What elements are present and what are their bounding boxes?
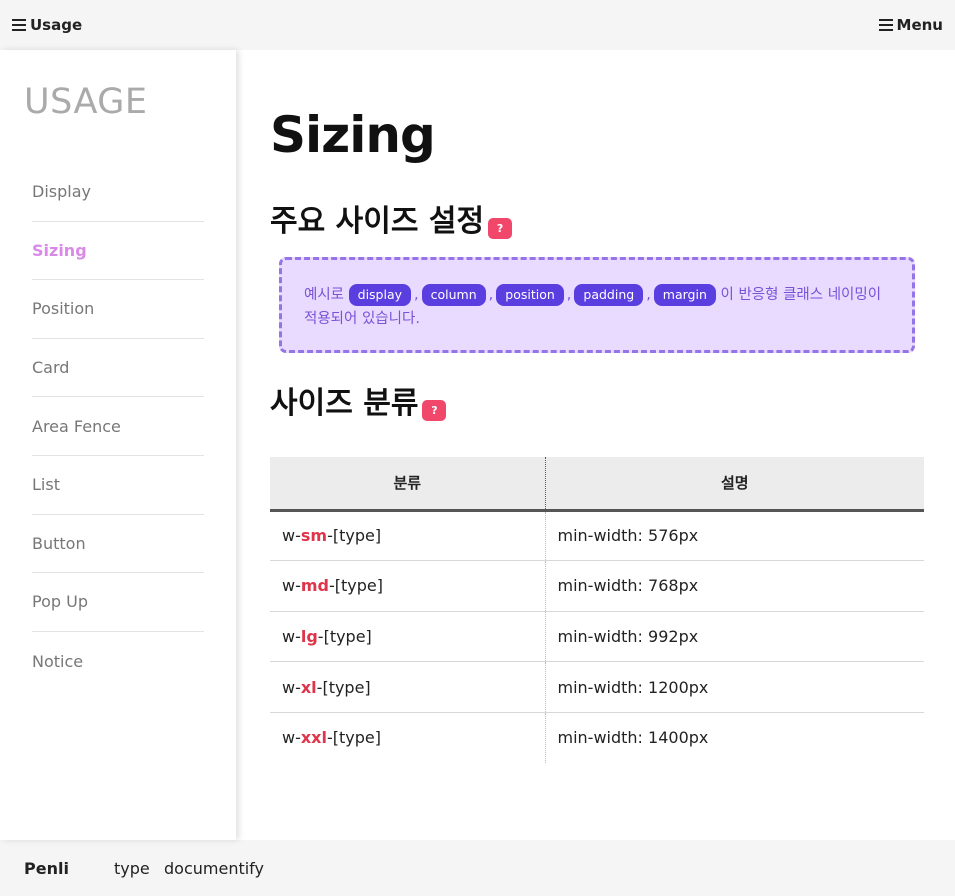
separator: ,: [488, 287, 494, 303]
sidebar-item-button[interactable]: Button: [32, 515, 204, 574]
class-name-cell: w-md-[type]: [270, 560, 546, 612]
sidebar-item-list[interactable]: List: [32, 456, 204, 515]
hamburger-icon: [12, 19, 26, 31]
chip-column: column: [421, 284, 486, 306]
table-row: w-md-[type] min-width: 768px: [270, 560, 924, 612]
chip-position: position: [496, 284, 564, 306]
class-name-cell: w-xl-[type]: [270, 661, 546, 713]
footer-type-value: documentify: [164, 858, 264, 878]
size-table: 분류 설명 w-sm-[type] min-width: 576px w-md-…: [270, 457, 924, 763]
info-note: 예시로 display, column, position, padding, marg…: [279, 257, 915, 353]
separator: ,: [566, 287, 572, 303]
separator: ,: [646, 287, 651, 303]
chip-display: display: [348, 284, 412, 306]
footer-brand: Penli: [24, 858, 69, 878]
section-heading-size-classes: 사이즈 분류 ?: [270, 378, 447, 422]
sidebar-item-area-fence[interactable]: Area Fence: [32, 397, 204, 456]
note-prefix: 예시로: [304, 287, 345, 303]
description-cell: min-width: 992px: [545, 611, 924, 663]
sidebar-title: USAGE: [24, 82, 148, 122]
table-row: w-xl-[type] min-width: 1200px: [270, 661, 924, 713]
table-row: w-lg-[type] min-width: 992px: [270, 611, 924, 663]
description-cell: min-width: 768px: [545, 560, 924, 612]
main-menu-label: Menu: [896, 16, 943, 34]
class-name-cell: w-sm-[type]: [270, 510, 546, 562]
column-header-description: 설명: [545, 457, 924, 512]
chip-margin: margin: [653, 284, 716, 306]
class-name-cell: w-lg-[type]: [270, 611, 546, 663]
chip-padding: padding: [574, 284, 644, 306]
sidebar: USAGE Display Sizing Position Card Area …: [0, 50, 236, 840]
page-title: Sizing: [270, 106, 436, 164]
main-menu-button[interactable]: Menu: [878, 16, 943, 34]
column-header-category: 분류: [270, 457, 546, 512]
hamburger-icon: [878, 19, 893, 31]
section-heading-text: 주요 사이즈 설정: [270, 204, 485, 239]
section-heading-main-sizes: 주요 사이즈 설정 ?: [270, 196, 513, 240]
separator: ,: [414, 287, 419, 303]
help-icon[interactable]: ?: [488, 218, 513, 239]
sidebar-item-position[interactable]: Position: [32, 280, 204, 339]
description-cell: min-width: 1200px: [545, 661, 924, 713]
help-icon[interactable]: ?: [422, 400, 447, 421]
table-row: w-sm-[type] min-width: 576px: [270, 510, 924, 562]
description-cell: min-width: 1400px: [557, 728, 709, 748]
sidebar-item-card[interactable]: Card: [32, 339, 204, 398]
top-bar: Usage Menu: [0, 0, 955, 50]
footer-type-label: type: [114, 858, 150, 878]
usage-menu-label: Usage: [30, 16, 83, 34]
footer: Penli type documentify: [0, 840, 955, 896]
usage-menu-button[interactable]: Usage: [12, 16, 82, 34]
sidebar-item-sizing[interactable]: Sizing: [32, 222, 204, 281]
class-name-cell: w-xxl-[type]: [270, 712, 546, 763]
section-heading-text: 사이즈 분류: [270, 386, 419, 421]
description-cell: min-width: 576px: [545, 510, 924, 562]
table-row: w-xxl-[type] min-width: 1400px: [270, 712, 924, 763]
sidebar-item-pop-up[interactable]: Pop Up: [32, 573, 204, 632]
sidebar-item-notice[interactable]: Notice: [32, 632, 204, 691]
sidebar-item-display[interactable]: Display: [32, 163, 204, 222]
sidebar-nav: Display Sizing Position Card Area Fence …: [32, 163, 204, 690]
table-header-row: 분류 설명: [270, 457, 924, 512]
